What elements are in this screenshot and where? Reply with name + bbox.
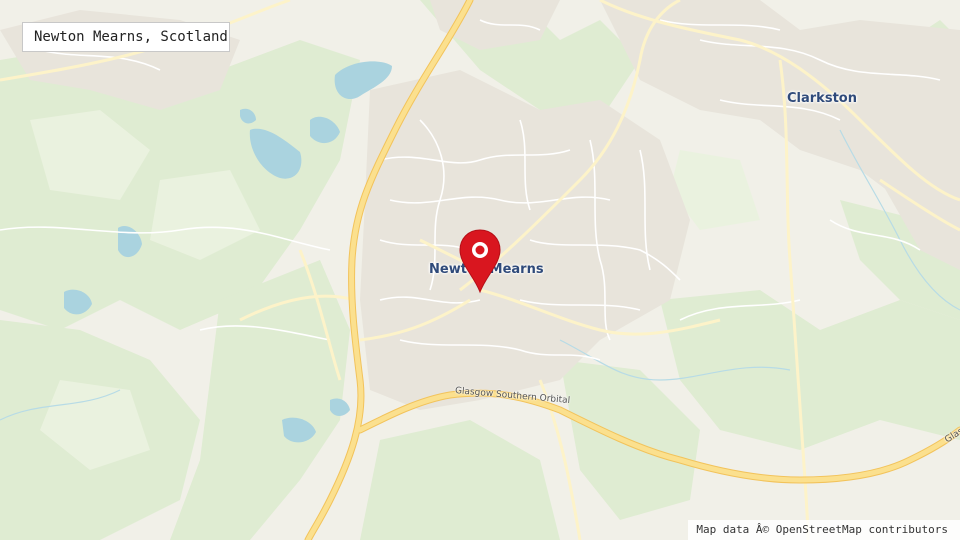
location-search-input[interactable]: Newton Mearns, Scotland bbox=[22, 22, 230, 52]
place-label-clarkston: Clarkston bbox=[787, 91, 857, 106]
map-attribution[interactable]: Map data Â© OpenStreetMap contributors bbox=[688, 520, 960, 540]
map-pin-icon[interactable] bbox=[458, 228, 502, 294]
map-canvas[interactable]: Newton Mearns, Scotland Newton Mearns Cl… bbox=[0, 0, 960, 540]
